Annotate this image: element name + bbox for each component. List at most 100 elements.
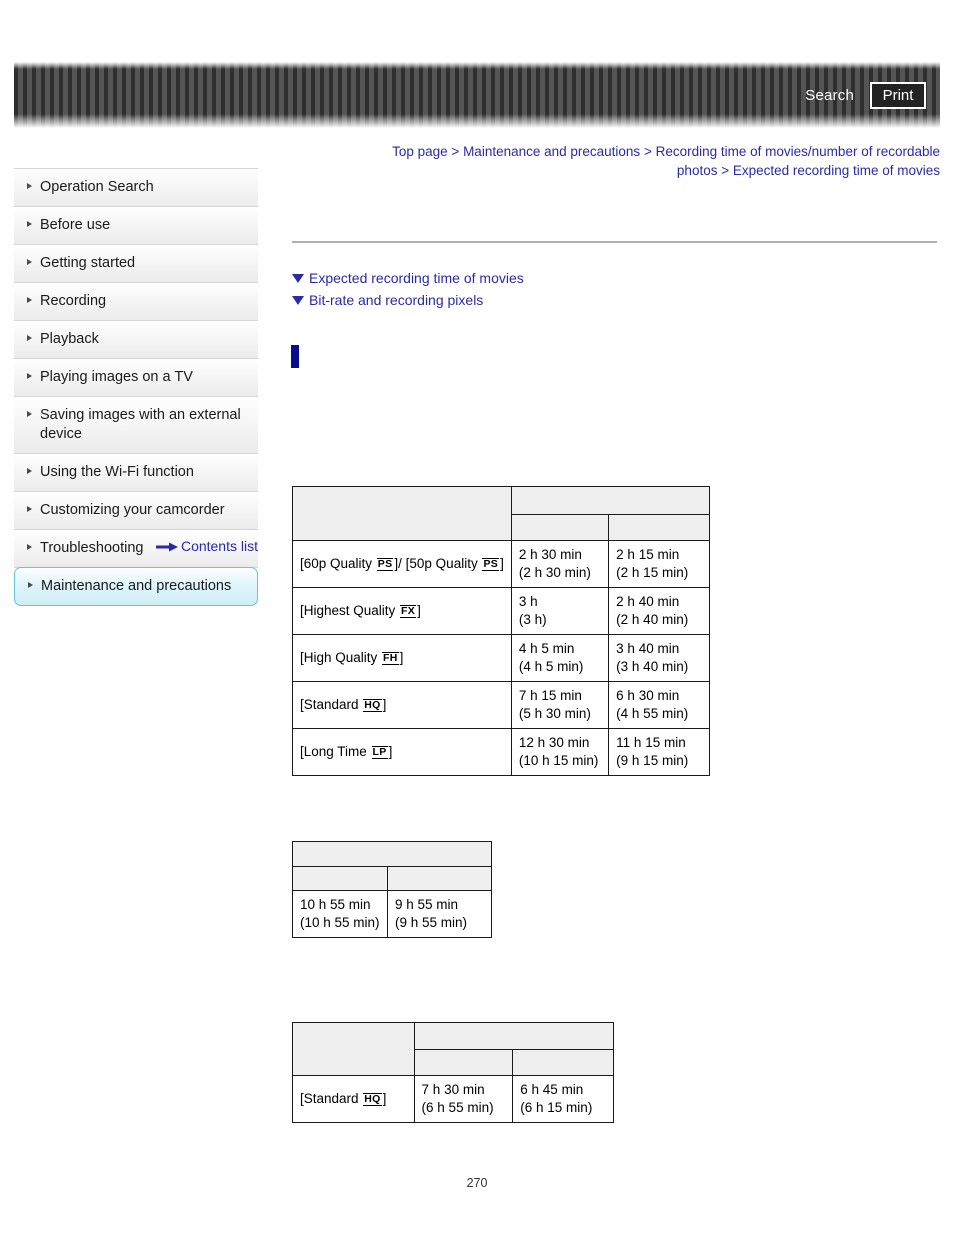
- table-header-group: [292, 841, 492, 867]
- table-cell-value-col-1: 4 h 5 min (4 h 5 min): [510, 634, 610, 682]
- table-header: [292, 1022, 615, 1076]
- table-header-col-2: [386, 866, 493, 891]
- anchor-row: Expected recording time of movies: [292, 269, 524, 287]
- sidebar-item-label: Playback: [40, 331, 99, 347]
- table-body: [Standard HQ] 7 h 30 min (6 h 55 min) 6 h 4…: [292, 1075, 614, 1123]
- anchor-link-bit-rate[interactable]: Bit-rate and recording pixels: [309, 291, 483, 309]
- table-row: [Highest Quality FX] 3 h (3 h) 2 h 40 min (2…: [292, 587, 710, 635]
- mode-icon-fh: FH: [382, 652, 399, 665]
- search-link[interactable]: Search: [805, 87, 854, 104]
- table-row: [60p Quality PS]/ [50p Quality PS] 2 h 30…: [292, 540, 710, 588]
- table-row-label: [High Quality FH]: [292, 634, 512, 682]
- sidebar-item-label: Customizing your camcorder: [40, 502, 225, 518]
- mode-icon-ps: PS: [376, 558, 394, 571]
- mode-icon-fx: FX: [400, 605, 417, 618]
- table-body: [60p Quality PS]/ [50p Quality PS] 2 h 30…: [292, 540, 710, 776]
- table-header-col-1: [413, 1049, 514, 1076]
- table-cell-value-col-2: 2 h 40 min (2 h 40 min): [608, 587, 710, 635]
- table-cell-value-col-1: 2 h 30 min (2 h 30 min): [510, 540, 610, 588]
- table-header-row: [292, 866, 493, 891]
- table-cell-value-col-2: 6 h 45 min (6 h 15 min): [512, 1075, 614, 1123]
- table-header-row: [292, 486, 711, 541]
- contents-list: Contents list: [14, 538, 258, 555]
- table-recording-time-secondary: 10 h 55 min (10 h 55 min) 9 h 55 min (9 h 5…: [292, 841, 493, 938]
- breadcrumb-separator: >: [643, 144, 652, 159]
- sidebar-item-using-the-wi-fi-function[interactable]: Using the Wi-Fi function: [14, 454, 258, 492]
- breadcrumb-item-expected-recording-time[interactable]: Expected recording time of movies: [733, 163, 940, 178]
- sidebar-item-playing-images-on-a-tv[interactable]: Playing images on a TV: [14, 359, 258, 397]
- table-cell-value-col-1: 10 h 55 min (10 h 55 min): [292, 890, 388, 938]
- table-cell-value-col-2: 6 h 30 min (4 h 55 min): [608, 681, 710, 729]
- section-heading-marker: [291, 345, 299, 368]
- table-header-col-1: [292, 866, 388, 891]
- anchor-row: Bit-rate and recording pixels: [292, 291, 524, 309]
- triangle-right-icon: [27, 335, 32, 341]
- table-cell-value-col-1: 7 h 15 min (5 h 30 min): [510, 681, 610, 729]
- header-actions: Search Print: [805, 62, 926, 128]
- page-header-banner: Search Print: [14, 62, 940, 128]
- table-header-group: [510, 486, 711, 515]
- table-row-label: [Standard HQ]: [292, 1075, 415, 1123]
- table-row: [Standard HQ] 7 h 15 min (5 h 30 min) 6 h 3…: [292, 681, 710, 729]
- table-header-corner: [292, 486, 512, 541]
- triangle-right-icon: [27, 411, 32, 417]
- sidebar-item-getting-started[interactable]: Getting started: [14, 245, 258, 283]
- sidebar-item-customizing-your-camcorder[interactable]: Customizing your camcorder: [14, 492, 258, 530]
- table-header-col-1: [510, 514, 610, 541]
- table-header: [292, 841, 493, 891]
- arrow-right-icon: [155, 539, 178, 555]
- table-row-label: [Long Time LP]: [292, 728, 512, 776]
- print-button[interactable]: Print: [870, 81, 926, 109]
- table-header: [292, 486, 711, 541]
- mode-icon-hq: HQ: [363, 1093, 382, 1106]
- mode-icon-hq: HQ: [363, 699, 382, 712]
- sidebar-item-playback[interactable]: Playback: [14, 321, 258, 359]
- triangle-right-icon: [27, 183, 32, 189]
- sidebar-item-recording[interactable]: Recording: [14, 283, 258, 321]
- breadcrumb: Top page > Maintenance and precautions >…: [366, 142, 940, 180]
- sidebar-item-before-use[interactable]: Before use: [14, 207, 258, 245]
- sidebar-item-maintenance-and-precautions[interactable]: Maintenance and precautions: [14, 567, 258, 606]
- table-header-col-2: [512, 1049, 614, 1076]
- triangle-right-icon: [27, 221, 32, 227]
- table-header-group: [413, 1022, 615, 1050]
- breadcrumb-item-maintenance[interactable]: Maintenance and precautions: [463, 144, 640, 159]
- table-row: [Long Time LP] 12 h 30 min (10 h 15 min) 11…: [292, 728, 710, 776]
- breadcrumb-item-top-page[interactable]: Top page: [392, 144, 448, 159]
- mode-icon-lp: LP: [371, 746, 388, 759]
- breadcrumb-separator: >: [451, 144, 460, 159]
- sidebar-item-label: Operation Search: [40, 179, 154, 195]
- table-cell-value-col-1: 12 h 30 min (10 h 15 min): [510, 728, 610, 776]
- sidebar-item-label: Maintenance and precautions: [41, 578, 232, 594]
- table-header-row: [292, 841, 492, 867]
- contents-list-link[interactable]: Contents list: [181, 538, 258, 554]
- table-row-label: [Standard HQ]: [292, 681, 512, 729]
- table-recording-time-standard: [Standard HQ] 7 h 30 min (6 h 55 min) 6 h 4…: [292, 1022, 615, 1123]
- sidebar-item-label: Using the Wi-Fi function: [40, 464, 194, 480]
- page-number: 270: [466, 1176, 488, 1190]
- table-header-col-2: [608, 514, 710, 541]
- triangle-right-icon: [27, 506, 32, 512]
- breadcrumb-separator: >: [721, 163, 730, 178]
- anchor-link-expected-recording-time[interactable]: Expected recording time of movies: [309, 269, 524, 287]
- sidebar-item-label: Saving images with an external device: [40, 407, 241, 442]
- sidebar-item-label: Getting started: [40, 255, 136, 271]
- sidebar-item-label: Recording: [40, 293, 107, 309]
- table-header-row: [292, 1022, 615, 1076]
- sidebar-item-saving-images-with-an-external-device[interactable]: Saving images with an external device: [14, 397, 258, 454]
- sidebar-item-operation-search[interactable]: Operation Search: [14, 169, 258, 207]
- table-row: 10 h 55 min (10 h 55 min) 9 h 55 min (9 h 5…: [292, 890, 493, 938]
- triangle-down-icon: [292, 295, 304, 305]
- triangle-right-icon: [27, 373, 32, 379]
- triangle-right-icon: [28, 582, 33, 588]
- triangle-right-icon: [27, 468, 32, 474]
- table-cell-value-col-2: 3 h 40 min (3 h 40 min): [608, 634, 710, 682]
- mode-icon-ps: PS: [482, 558, 500, 571]
- table-row: [Standard HQ] 7 h 30 min (6 h 55 min) 6 h 4…: [292, 1075, 614, 1123]
- table-expected-recording-time: [60p Quality PS]/ [50p Quality PS] 2 h 30…: [292, 486, 711, 776]
- table-body: 10 h 55 min (10 h 55 min) 9 h 55 min (9 h 5…: [292, 890, 493, 938]
- table-header-corner: [292, 1022, 415, 1076]
- sidebar-item-label: Playing images on a TV: [40, 369, 193, 385]
- section-divider: [292, 241, 937, 243]
- triangle-right-icon: [27, 297, 32, 303]
